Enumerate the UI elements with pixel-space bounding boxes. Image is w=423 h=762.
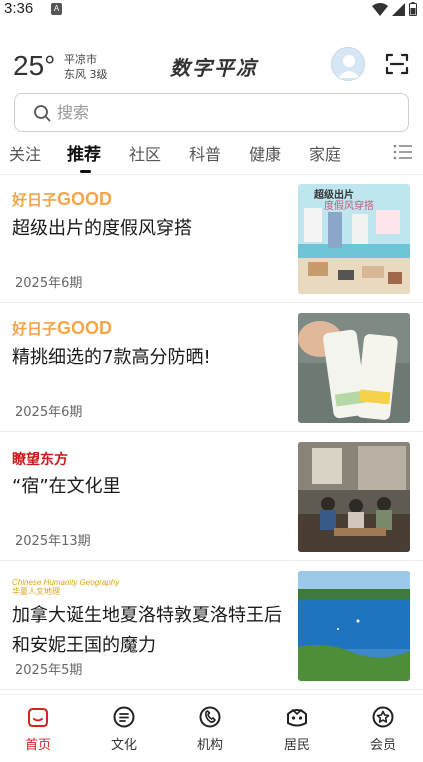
article-thumbnail: 超级出片 度假风穿搭 <box>298 184 410 294</box>
article-issue: 2025年6期 <box>15 276 83 291</box>
signal-icon <box>392 2 405 16</box>
app-brand-logo: 数字平凉 <box>170 56 258 80</box>
tab-science[interactable]: 科普 <box>189 141 221 165</box>
tab-health[interactable]: 健康 <box>249 141 281 165</box>
article-issue: 2025年6期 <box>15 405 83 420</box>
temperature: 25° <box>13 50 56 81</box>
search-icon <box>34 105 51 122</box>
article-card[interactable]: 好日子GOOD 精挑细选的7款高分防晒! 2025年6期 <box>0 303 423 432</box>
thumbnail-caption: 度假风穿搭 <box>324 201 374 212</box>
user-avatar-icon <box>338 55 360 78</box>
tab-community[interactable]: 社区 <box>129 141 161 165</box>
home-icon <box>28 708 48 727</box>
article-title: “宿”在文化里 <box>12 476 121 497</box>
notification-icon: A <box>51 3 62 15</box>
nav-institution[interactable]: 机构 <box>180 705 240 753</box>
nav-label: 机构 <box>196 738 223 753</box>
article-card[interactable]: Chinese Humanity Geography 华夏人文地理 加拿大诞生地… <box>0 561 423 690</box>
wifi-icon <box>372 2 388 16</box>
search-bar[interactable] <box>14 93 409 132</box>
article-thumbnail <box>298 442 410 552</box>
wind-info: 东风 3级 <box>64 68 108 81</box>
article-title: 超级出片的度假风穿搭 <box>12 218 192 239</box>
institution-icon <box>199 706 221 728</box>
article-issue: 2025年13期 <box>15 534 91 549</box>
article-thumbnail <box>298 571 410 681</box>
resident-icon <box>287 708 307 727</box>
article-issue: 2025年5期 <box>15 663 83 678</box>
article-thumbnail <box>298 313 410 423</box>
category-tabs: 关注 推荐 社区 科普 健康 家庭 <box>0 139 423 175</box>
nav-resident[interactable]: 居民 <box>267 705 327 753</box>
magazine-logo: 瞭望东方 <box>12 452 68 468</box>
nav-label: 会员 <box>369 738 396 753</box>
article-title: 加拿大诞生地夏洛特敦夏洛特王后和安妮王国的魔力 <box>12 605 282 656</box>
tab-recommended[interactable]: 推荐 <box>67 140 101 165</box>
active-tab-indicator <box>80 170 91 173</box>
nav-culture[interactable]: 文化 <box>94 705 154 753</box>
tab-family[interactable]: 家庭 <box>309 141 341 165</box>
status-time: 3:36 <box>4 0 34 17</box>
culture-icon <box>113 706 135 728</box>
nav-label: 首页 <box>24 738 51 753</box>
status-indicators <box>372 2 417 16</box>
article-title: 精挑细选的7款高分防晒! <box>12 347 211 368</box>
tab-menu-icon[interactable] <box>393 143 413 161</box>
member-icon <box>372 706 394 728</box>
article-card[interactable]: 好日子GOOD 超级出片的度假风穿搭 2025年6期 超级出片 度假风穿搭 <box>0 174 423 303</box>
battery-icon <box>409 2 417 16</box>
scan-icon[interactable] <box>385 52 409 76</box>
magazine-logo: 好日子GOOD <box>12 189 113 209</box>
nav-label: 文化 <box>110 738 137 753</box>
city-name: 平凉市 <box>64 53 97 66</box>
avatar[interactable] <box>331 47 365 81</box>
magazine-logo: 好日子GOOD <box>12 318 113 338</box>
nav-home[interactable]: 首页 <box>8 705 68 753</box>
bottom-navigation: 首页 文化 机构 居民 会员 <box>0 694 423 762</box>
magazine-logo: Chinese Humanity Geography 华夏人文地理 <box>12 578 120 596</box>
tab-follow[interactable]: 关注 <box>9 141 41 165</box>
nav-label: 居民 <box>283 738 310 753</box>
search-input[interactable] <box>57 103 357 122</box>
article-card[interactable]: 瞭望东方 “宿”在文化里 2025年13期 <box>0 432 423 561</box>
nav-member[interactable]: 会员 <box>353 705 413 753</box>
status-bar: 3:36 A <box>0 0 423 22</box>
